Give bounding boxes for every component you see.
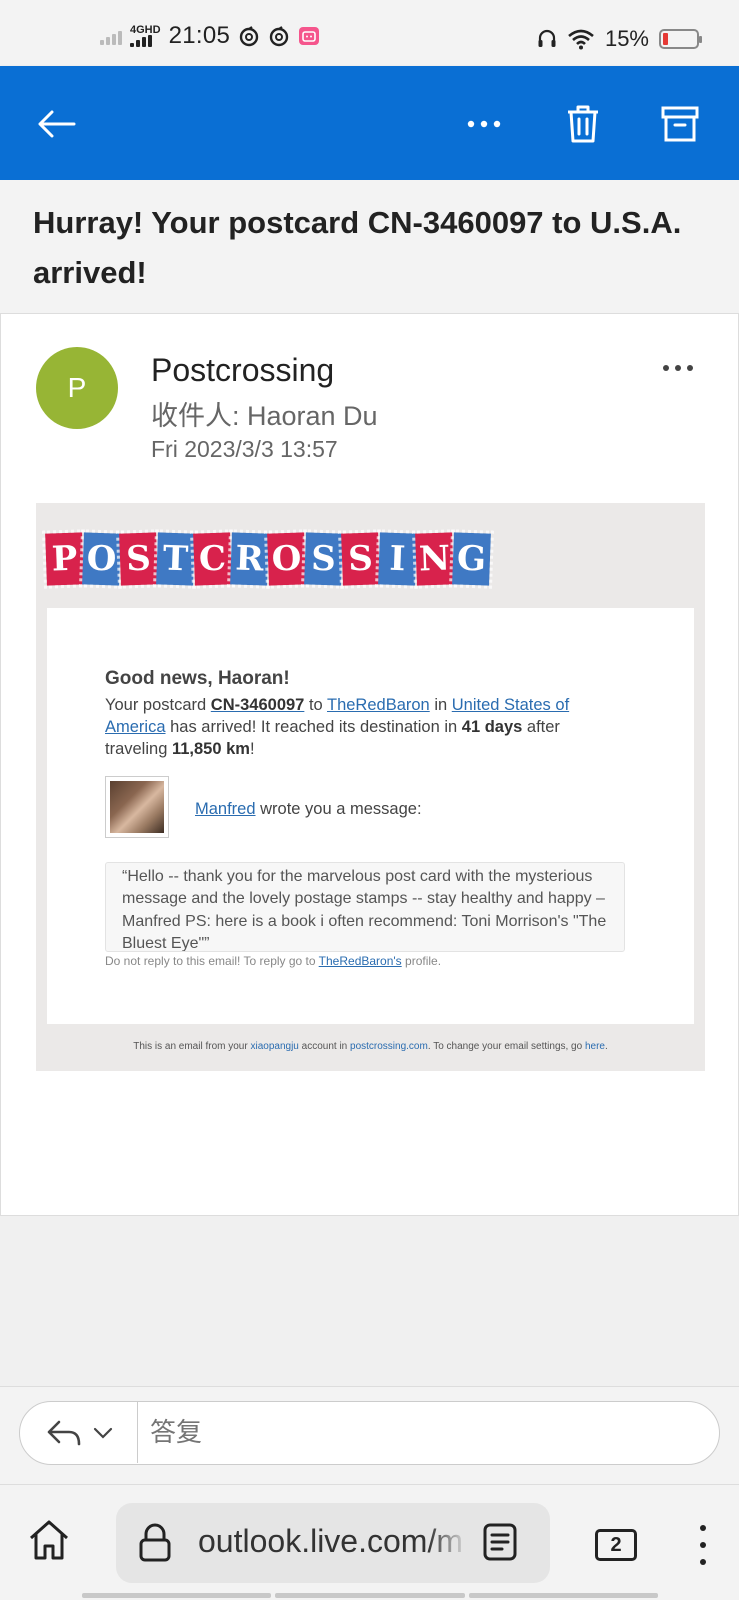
- email-footer: This is an email from your xiaopangju ac…: [133, 1041, 608, 1052]
- wifi-icon: [568, 29, 594, 50]
- status-left: 4GHD 21:05: [100, 22, 320, 50]
- reader-mode-icon[interactable]: [483, 1523, 517, 1561]
- sender-avatar[interactable]: P: [36, 347, 118, 429]
- site-link[interactable]: postcrossing.com: [350, 1041, 428, 1052]
- logo-stamp-1: P: [45, 532, 84, 586]
- battery-icon: [659, 29, 702, 49]
- app-bar: [0, 66, 739, 180]
- wrote-line: Manfred wrote you a message:: [195, 800, 422, 818]
- clock: 21:05: [168, 22, 231, 49]
- lock-icon: [139, 1523, 171, 1562]
- subject-area: Hurray! Your postcard CN-3460097 to U.S.…: [0, 180, 739, 314]
- writer-photo[interactable]: [105, 776, 169, 838]
- logo-stamp-5: C: [193, 532, 232, 586]
- distance-value: 11,850 km: [171, 740, 250, 758]
- logo-stamp-9: S: [341, 532, 380, 586]
- logo-stamp-4: T: [156, 532, 195, 586]
- logo-stamp-10: I: [378, 532, 417, 586]
- browser-bar: outlook.live.com/m 2: [0, 1484, 739, 1600]
- signal-sim2-icon: [130, 35, 152, 47]
- message-quote: “Hello -- thank you for the marvelous po…: [105, 862, 625, 952]
- archive-icon: [661, 106, 699, 142]
- logo-stamp-3: S: [119, 532, 158, 586]
- message-date: Fri 2023/3/3 13:57: [151, 436, 338, 462]
- delete-button[interactable]: [555, 96, 611, 152]
- headphones-icon: [538, 29, 556, 47]
- email-content-panel: Good news, Haoran! Your postcard CN-3460…: [47, 608, 694, 1024]
- battery-level: [663, 33, 668, 45]
- status-right: 15%: [537, 26, 702, 52]
- network-type: 4GHD: [130, 24, 161, 36]
- browser-menu-button[interactable]: [690, 1521, 716, 1569]
- back-button[interactable]: [28, 96, 84, 152]
- signal-sim2: 4GHD: [130, 25, 161, 47]
- settings-link[interactable]: here: [585, 1041, 605, 1052]
- home-icon[interactable]: [26, 1517, 72, 1563]
- message-card: P Postcrossing 收件人: Haoran Du Fri 2023/3…: [0, 314, 739, 1216]
- ellipsis-icon: [467, 120, 501, 128]
- logo-stamp-8: S: [304, 532, 343, 586]
- archive-button[interactable]: [652, 96, 708, 152]
- reply-icon: [47, 1420, 80, 1445]
- writer-link[interactable]: Manfred: [195, 800, 256, 818]
- url-bar[interactable]: outlook.live.com/m: [116, 1503, 550, 1583]
- noreply-note: Do not reply to this email! To reply go …: [105, 954, 442, 968]
- arrival-text: Your postcard CN-3460097 to TheRedBaron …: [105, 696, 570, 758]
- netease-music-icon: [239, 26, 259, 47]
- reply-options-button[interactable]: [20, 1402, 138, 1463]
- days-value: 41 days: [461, 718, 523, 736]
- netease-music-icon-2: [269, 26, 289, 47]
- reply-input[interactable]: [150, 1402, 690, 1463]
- battery-percent: 15%: [604, 26, 649, 51]
- url-text: outlook.live.com/m: [198, 1523, 468, 1560]
- email-body: POSTCROSSING Good news, Haoran! Your pos…: [36, 503, 705, 1071]
- logo-stamp-6: R: [230, 532, 269, 586]
- sender-name[interactable]: Postcrossing: [151, 352, 334, 389]
- more-options-button[interactable]: [456, 96, 512, 152]
- chevron-down-icon: [93, 1427, 112, 1439]
- writer-photo-image: [110, 781, 164, 833]
- trash-icon: [568, 105, 598, 143]
- logo-stamp-12: G: [452, 532, 491, 586]
- greeting: Good news, Haoran!: [105, 668, 290, 689]
- logo-stamp-7: O: [267, 532, 306, 586]
- tabs-button[interactable]: 2: [595, 1529, 637, 1561]
- profile-link[interactable]: TheRedBaron's: [319, 954, 402, 968]
- bilibili-icon: [299, 27, 320, 45]
- recipient-user-link[interactable]: TheRedBaron: [327, 696, 430, 714]
- account-link[interactable]: xiaopangju: [250, 1041, 298, 1052]
- logo-stamp-2: O: [82, 532, 121, 586]
- reply-area: [0, 1386, 739, 1484]
- back-arrow-icon: [38, 110, 76, 138]
- postcard-id-link[interactable]: CN-3460097: [211, 696, 305, 714]
- reply-box: [19, 1401, 720, 1465]
- gesture-bar: [82, 1593, 658, 1598]
- status-bar: 4GHD 21:05 15%: [0, 0, 739, 66]
- message-more-button[interactable]: [663, 358, 703, 378]
- postcrossing-logo: POSTCROSSING: [45, 532, 491, 586]
- logo-stamp-11: N: [415, 532, 454, 586]
- signal-sim1-icon: [100, 27, 122, 45]
- email-subject: Hurray! Your postcard CN-3460097 to U.S.…: [33, 205, 682, 290]
- recipient-line: 收件人: Haoran Du: [151, 401, 378, 431]
